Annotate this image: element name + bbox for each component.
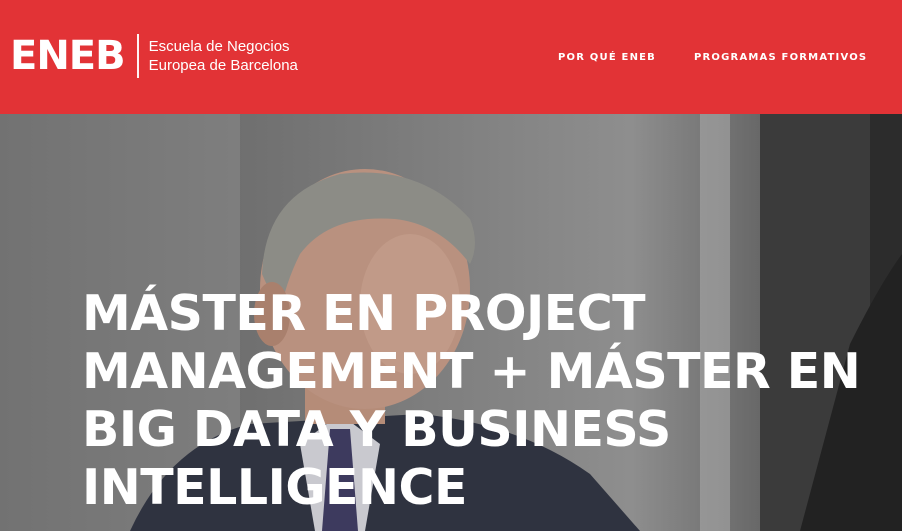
eneb-logo[interactable]: ENEB Escuela de Negocios Europea de Barc…	[10, 30, 298, 82]
site-header: ENEB Escuela de Negocios Europea de Barc…	[0, 0, 902, 114]
logo-mark: ENEB	[10, 33, 126, 79]
nav-item-programas-formativos[interactable]: PROGRAMAS FORMATIVOS	[694, 52, 867, 63]
main-nav: POR QUÉ ENEB PROGRAMAS FORMATIVOS M	[558, 52, 902, 63]
logo-divider	[136, 34, 139, 78]
logo-tagline: Escuela de Negocios Europea de Barcelona	[149, 37, 298, 75]
hero-banner: MÁSTER EN PROJECT MANAGEMENT + MÁSTER EN…	[0, 114, 902, 531]
logo-tagline-line2: Europea de Barcelona	[148, 57, 298, 74]
nav-item-por-que-eneb[interactable]: POR QUÉ ENEB	[558, 52, 656, 63]
hero-title: MÁSTER EN PROJECT MANAGEMENT + MÁSTER EN…	[82, 285, 861, 516]
logo-tagline-line1: Escuela de Negocios	[148, 38, 290, 55]
